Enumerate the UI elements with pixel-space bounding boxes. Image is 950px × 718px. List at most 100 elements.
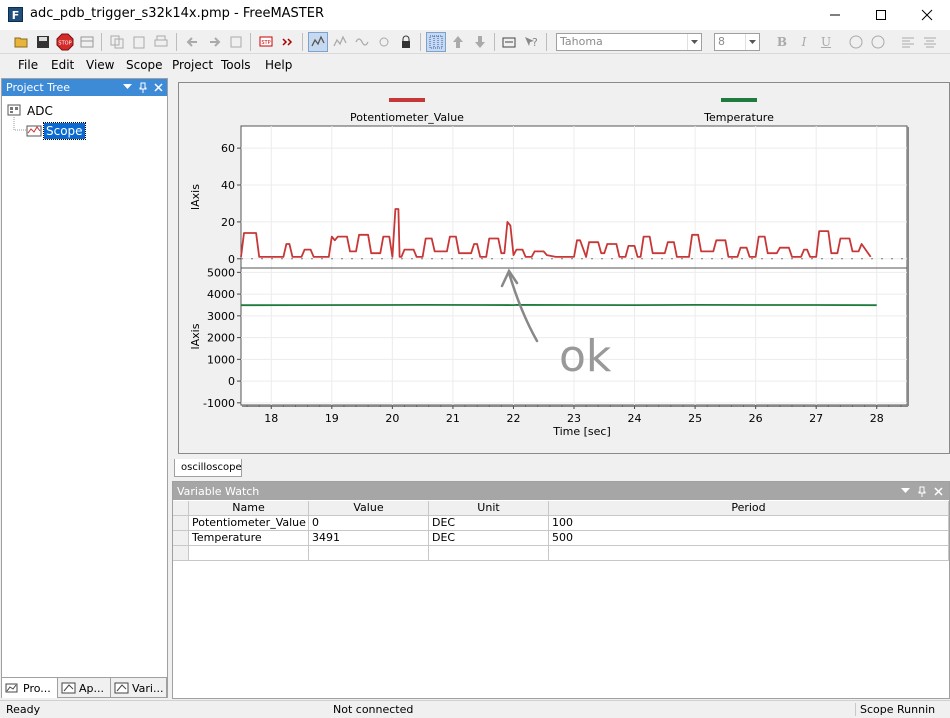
table-cell[interactable]: 100 [549, 516, 949, 531]
back-button[interactable] [183, 32, 203, 52]
align-center-button[interactable] [920, 32, 940, 52]
table-cell[interactable]: Potentiometer_Value [189, 516, 309, 531]
copy-button[interactable] [107, 32, 127, 52]
tab-oscilloscope[interactable]: oscilloscope [174, 459, 242, 477]
lock-icon [402, 35, 410, 48]
stop-button[interactable]: STOP [55, 32, 75, 52]
dropdown-icon[interactable] [123, 84, 132, 90]
project-tab-icon [5, 683, 18, 693]
tab-project[interactable]: Pro... [2, 678, 58, 698]
column-header-value[interactable]: Value [309, 501, 429, 516]
forward-button[interactable] [204, 32, 224, 52]
table-cell[interactable] [429, 546, 549, 561]
align-left-button[interactable] [898, 32, 918, 52]
paste-button[interactable] [129, 32, 149, 52]
freemaster-window: F adc_pdb_trigger_s32k14x.pmp - FreeMAST… [0, 0, 950, 718]
open-button[interactable] [12, 32, 32, 52]
tab-variables[interactable]: Vari... [111, 678, 167, 698]
bold-button[interactable]: B [772, 32, 792, 52]
folder-open-icon [14, 37, 28, 48]
tab-app[interactable]: Ap... [58, 678, 111, 698]
move-down-button[interactable] [470, 32, 490, 52]
x-tick-label: 24 [628, 412, 642, 425]
app-tab-icon [61, 682, 76, 694]
table-cell[interactable] [549, 546, 949, 561]
more-button[interactable] [278, 32, 298, 52]
y-tick-label: 20 [221, 216, 235, 229]
refresh-button[interactable] [226, 32, 246, 52]
font-size-select[interactable]: 8 [714, 33, 760, 51]
underline-button[interactable]: U [816, 32, 836, 52]
oscilloscope-button[interactable] [308, 32, 328, 52]
menu-view[interactable]: View [86, 58, 114, 72]
menu-scope[interactable]: Scope [126, 58, 163, 72]
tab-app-label: Ap... [79, 681, 104, 695]
lock-button[interactable] [396, 32, 416, 52]
pin-icon[interactable] [918, 486, 926, 497]
bgcolor-button[interactable] [868, 32, 888, 52]
table-cell[interactable]: DEC [429, 516, 549, 531]
connection-status: Not connected [333, 703, 414, 716]
help-button[interactable]: ? [521, 32, 541, 52]
table-cell[interactable] [189, 546, 309, 561]
menu-edit[interactable]: Edit [51, 58, 74, 72]
table-cell[interactable]: Temperature [189, 531, 309, 546]
close-icon[interactable] [154, 83, 163, 92]
minimize-icon [830, 14, 840, 16]
annotation-text: ok [559, 331, 612, 382]
chevron-down-icon [745, 34, 759, 50]
stop-comm-button[interactable]: STP [256, 32, 276, 52]
status-text: Ready [6, 703, 41, 716]
column-header-unit[interactable]: Unit [429, 501, 549, 516]
grid-toggle-button[interactable] [426, 32, 446, 52]
column-header-period[interactable]: Period [549, 501, 949, 516]
options-button[interactable] [499, 32, 519, 52]
svg-text:STP: STP [261, 40, 270, 46]
table-cell[interactable]: 3491 [309, 531, 429, 546]
table-cell[interactable]: 500 [549, 531, 949, 546]
menu-tools[interactable]: Tools [221, 58, 251, 72]
minimize-button[interactable] [812, 0, 858, 30]
y-tick-label: 40 [221, 179, 235, 192]
tree-item-scope[interactable]: Scope [43, 122, 86, 140]
table-cell[interactable]: 0 [309, 516, 429, 531]
y-tick-label: -1000 [203, 397, 235, 410]
x-tick-label: 25 [688, 412, 702, 425]
scope-icon [26, 125, 42, 137]
column-header-name[interactable]: Name [189, 501, 309, 516]
scope-frame: 18 19 20 21 22 23 24 25 26 27 28 Time [sec] 0 20 40 60 l… [178, 82, 950, 454]
menu-help[interactable]: Help [265, 58, 292, 72]
oscilloscope-icon [311, 35, 325, 47]
move-up-button[interactable] [448, 32, 468, 52]
x-tick-label: 20 [385, 412, 399, 425]
recorder-button[interactable] [330, 32, 350, 52]
properties-button[interactable] [77, 32, 97, 52]
recorder-icon [333, 35, 347, 47]
x-tick-label: 22 [506, 412, 520, 425]
table-cell[interactable] [309, 546, 429, 561]
pin-icon[interactable] [139, 82, 147, 93]
pipe-button[interactable] [352, 32, 372, 52]
y-tick-label: 1000 [207, 353, 235, 366]
align-center-icon [924, 37, 936, 48]
font-name-select[interactable]: Tahoma [556, 33, 702, 51]
y-tick-label: 0 [228, 253, 235, 266]
font-size-value: 8 [718, 35, 725, 48]
oscilloscope-chart[interactable]: 18 19 20 21 22 23 24 25 26 27 28 Time [sec] 0 20 40 60 l… [179, 83, 949, 453]
table-cell[interactable]: DEC [429, 531, 549, 546]
color-button[interactable] [846, 32, 866, 52]
variable-watch-table: Name Value Unit Period Potentiometer_Val… [173, 501, 949, 699]
tree-item-adc[interactable]: ADC [27, 104, 53, 118]
close-button[interactable] [904, 0, 950, 30]
italic-button[interactable]: I [794, 32, 814, 52]
close-icon[interactable] [934, 487, 943, 496]
menu-file[interactable]: File [18, 58, 38, 72]
dropdown-icon[interactable] [901, 488, 910, 494]
menu-project[interactable]: Project [172, 58, 213, 72]
wave-icon [355, 38, 369, 46]
print-button[interactable] [151, 32, 171, 52]
scope-settings-button[interactable] [374, 32, 394, 52]
font-name-value: Tahoma [560, 35, 603, 48]
save-button[interactable] [33, 32, 53, 52]
maximize-button[interactable] [858, 0, 904, 30]
